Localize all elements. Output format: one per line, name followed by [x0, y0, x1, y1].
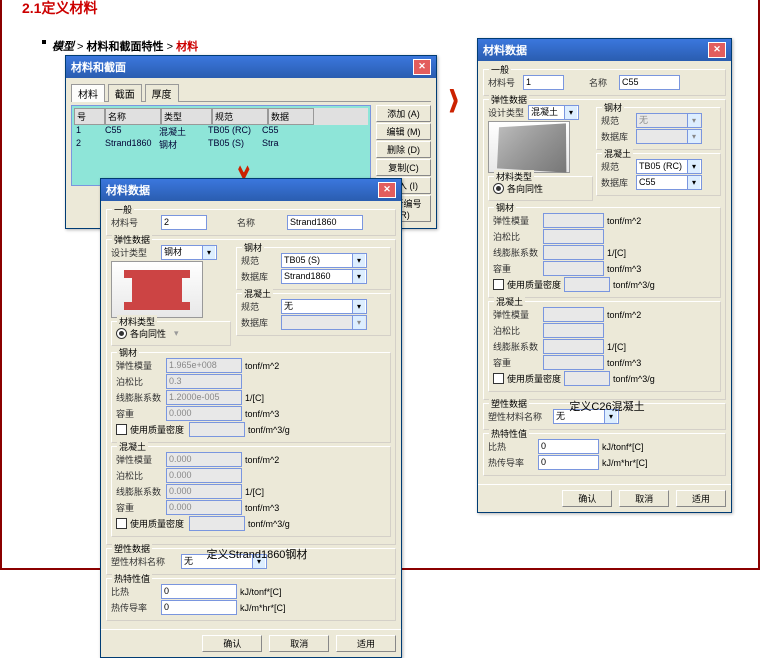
table-row[interactable]: 2Strand1860钢材TB05 (S)Stra [74, 138, 368, 151]
tab-material[interactable]: 材料 [71, 84, 105, 102]
tab-section[interactable]: 截面 [108, 84, 142, 102]
steel-db-combo[interactable]: Strand1860 [281, 269, 367, 284]
ok-button[interactable]: 确认 [562, 490, 612, 507]
spheat-field[interactable]: 0 [161, 584, 237, 599]
dialog-title: 材料数据 [483, 42, 527, 58]
cancel-button[interactable]: 取消 [619, 490, 669, 507]
bc-material: 材料 [176, 41, 198, 53]
apply-button[interactable]: 适用 [676, 490, 726, 507]
dialog-material-data-concrete: 材料数据✕ 一般 材料号1 名称C55 弹性数据 设计类型混凝土 材料类型 各向… [477, 38, 732, 513]
preview-icon [488, 121, 570, 173]
type-combo[interactable]: 混凝土 [528, 105, 579, 120]
edit-button[interactable]: 编辑 (M) [376, 123, 431, 140]
titlebar[interactable]: 材料数据 ✕ [478, 39, 731, 61]
name-field[interactable]: C55 [619, 75, 680, 90]
ok-button[interactable]: 确认 [202, 635, 262, 652]
titlebar[interactable]: 材料和截面 ✕ [66, 56, 436, 78]
delete-button[interactable]: 删除 (D) [376, 141, 431, 158]
bc-model: 模型 [52, 41, 74, 53]
id-field[interactable]: 2 [161, 215, 207, 230]
titlebar[interactable]: 材料数据 ✕ [101, 179, 401, 201]
mass-check-2[interactable] [493, 373, 504, 384]
dialog-title: 材料和截面 [71, 59, 126, 75]
radio-iso[interactable] [116, 328, 127, 339]
conc-db-combo [281, 315, 367, 330]
type-combo[interactable]: 钢材 [161, 245, 217, 260]
dialog-title: 材料数据 [106, 182, 150, 198]
bullet [42, 40, 46, 44]
mass-check[interactable] [116, 424, 127, 435]
apply-button[interactable]: 适用 [336, 635, 396, 652]
radio-iso[interactable] [493, 183, 504, 194]
chevron-right-icon: › [448, 64, 459, 132]
name-field[interactable]: Strand1860 [287, 215, 363, 230]
conduct-field[interactable]: 0 [161, 600, 237, 615]
close-icon[interactable]: ✕ [378, 182, 396, 198]
tab-thickness[interactable]: 厚度 [145, 84, 179, 102]
bc-props: 材料和截面特性 [87, 41, 164, 53]
id-field[interactable]: 1 [523, 75, 564, 90]
mass-check-2[interactable] [116, 518, 127, 529]
add-button[interactable]: 添加 (A) [376, 105, 431, 122]
preview-icon [111, 261, 203, 318]
dialog-material-data-steel: 材料数据✕ 一般 材料号2 名称Strand1860 弹性数据 设计类型钢材 材… [100, 178, 402, 658]
steel-code-combo[interactable]: TB05 (S) [281, 253, 367, 268]
section-title: 2.1定义材料 [22, 0, 97, 18]
mass-check[interactable] [493, 279, 504, 290]
spheat-field[interactable]: 0 [538, 439, 599, 454]
caption-strand: 定义Strand1860钢材 [182, 546, 332, 562]
breadcrumb: 模型 > 材料和截面特性 > 材料 [52, 38, 198, 54]
conc-db-combo[interactable]: C55 [636, 175, 702, 190]
material-table[interactable]: 号名称类型规范数据 1C55混凝土TB05 (RC)C55 2Strand186… [71, 105, 371, 186]
conduct-field[interactable]: 0 [538, 455, 599, 470]
copy-button[interactable]: 复制(C) [376, 159, 431, 176]
tabs: 材料 截面 厚度 [71, 83, 431, 102]
conc-code-combo[interactable]: TB05 (RC) [636, 159, 702, 174]
caption-concrete: 定义C26混凝土 [532, 398, 682, 414]
conc-code-combo[interactable]: 无 [281, 299, 367, 314]
table-row[interactable]: 1C55混凝土TB05 (RC)C55 [74, 125, 368, 138]
cancel-button[interactable]: 取消 [269, 635, 329, 652]
close-icon[interactable]: ✕ [708, 42, 726, 58]
close-icon[interactable]: ✕ [413, 59, 431, 75]
